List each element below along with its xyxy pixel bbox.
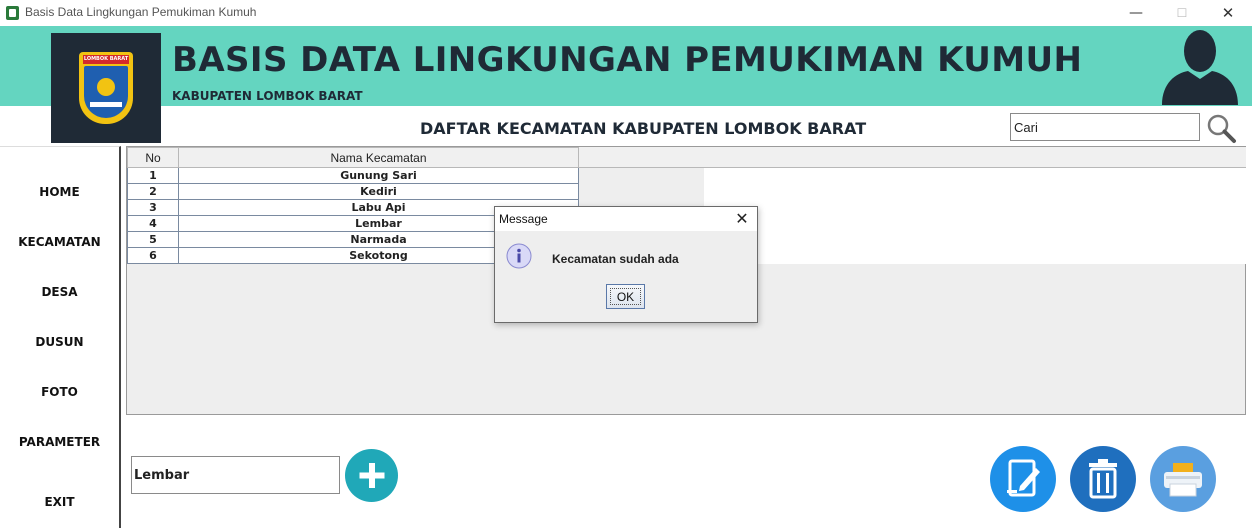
info-icon bbox=[506, 243, 532, 269]
ok-button[interactable]: OK bbox=[606, 284, 645, 309]
table-row[interactable]: 1 Gunung Sari bbox=[127, 167, 579, 184]
logo-band-text: LOMBOK BARAT bbox=[83, 55, 129, 64]
cell-no: 3 bbox=[127, 199, 179, 216]
cell-nama-kecamatan: Kediri bbox=[178, 183, 579, 200]
edit-button[interactable] bbox=[990, 446, 1056, 512]
search-icon[interactable] bbox=[1205, 112, 1237, 144]
cell-nama-kecamatan: Gunung Sari bbox=[178, 167, 579, 184]
dialog-title: Message bbox=[499, 212, 548, 226]
table-header-row: No Nama Kecamatan bbox=[127, 147, 579, 168]
sidebar-item-foto[interactable]: FOTO bbox=[0, 385, 119, 399]
sidebar-item-desa[interactable]: DESA bbox=[0, 285, 119, 299]
plus-icon bbox=[359, 463, 385, 488]
add-button[interactable] bbox=[345, 449, 398, 502]
title-bar: Basis Data Lingkungan Pemukiman Kumuh — … bbox=[0, 0, 1252, 26]
cell-no: 5 bbox=[127, 231, 179, 248]
cell-no: 6 bbox=[127, 247, 179, 264]
close-window-button[interactable]: ✕ bbox=[1205, 0, 1251, 26]
print-button[interactable] bbox=[1150, 446, 1216, 512]
trash-icon bbox=[1089, 459, 1117, 499]
user-avatar-icon bbox=[1162, 30, 1238, 105]
app-icon bbox=[6, 6, 19, 20]
cell-no: 1 bbox=[127, 167, 179, 184]
sidebar: HOME KECAMATAN DESA DUSUN FOTO PARAMETER… bbox=[0, 146, 121, 528]
cell-no: 2 bbox=[127, 183, 179, 200]
kecamatan-name-input[interactable] bbox=[131, 456, 340, 494]
dialog-close-button[interactable]: ✕ bbox=[731, 208, 753, 230]
column-header-no[interactable]: No bbox=[127, 147, 179, 168]
message-dialog: Message ✕ Kecamatan sudah ada OK bbox=[494, 206, 758, 323]
dialog-message: Kecamatan sudah ada bbox=[552, 252, 679, 266]
app-title: BASIS DATA LINGKUNGAN PEMUKIMAN KUMUH bbox=[172, 40, 1083, 80]
regency-emblem-icon: LOMBOK BARAT bbox=[79, 52, 133, 124]
search-input[interactable] bbox=[1010, 113, 1200, 141]
window-title: Basis Data Lingkungan Pemukiman Kumuh bbox=[25, 5, 257, 19]
app-subtitle: KABUPATEN LOMBOK BARAT bbox=[172, 89, 363, 103]
maximize-button[interactable]: ☐ bbox=[1159, 0, 1205, 26]
sidebar-item-home[interactable]: HOME bbox=[0, 185, 119, 199]
sidebar-item-dusun[interactable]: DUSUN bbox=[0, 335, 119, 349]
sidebar-item-kecamatan[interactable]: KECAMATAN bbox=[0, 235, 119, 249]
app-window: Basis Data Lingkungan Pemukiman Kumuh — … bbox=[0, 0, 1252, 528]
table-row[interactable]: 2 Kediri bbox=[127, 183, 579, 200]
delete-button[interactable] bbox=[1070, 446, 1136, 512]
logo: LOMBOK BARAT bbox=[51, 33, 161, 143]
dialog-title-bar: Message ✕ bbox=[495, 207, 757, 231]
page-title: DAFTAR KECAMATAN KABUPATEN LOMBOK BARAT bbox=[420, 119, 867, 138]
edit-icon bbox=[1007, 459, 1040, 497]
minimize-button[interactable]: — bbox=[1113, 0, 1159, 26]
column-header-nama-kecamatan[interactable]: Nama Kecamatan bbox=[178, 147, 579, 168]
printer-icon bbox=[1164, 463, 1202, 497]
sidebar-item-parameter[interactable]: PARAMETER bbox=[0, 435, 119, 449]
sidebar-item-exit[interactable]: EXIT bbox=[0, 495, 119, 509]
cell-no: 4 bbox=[127, 215, 179, 232]
